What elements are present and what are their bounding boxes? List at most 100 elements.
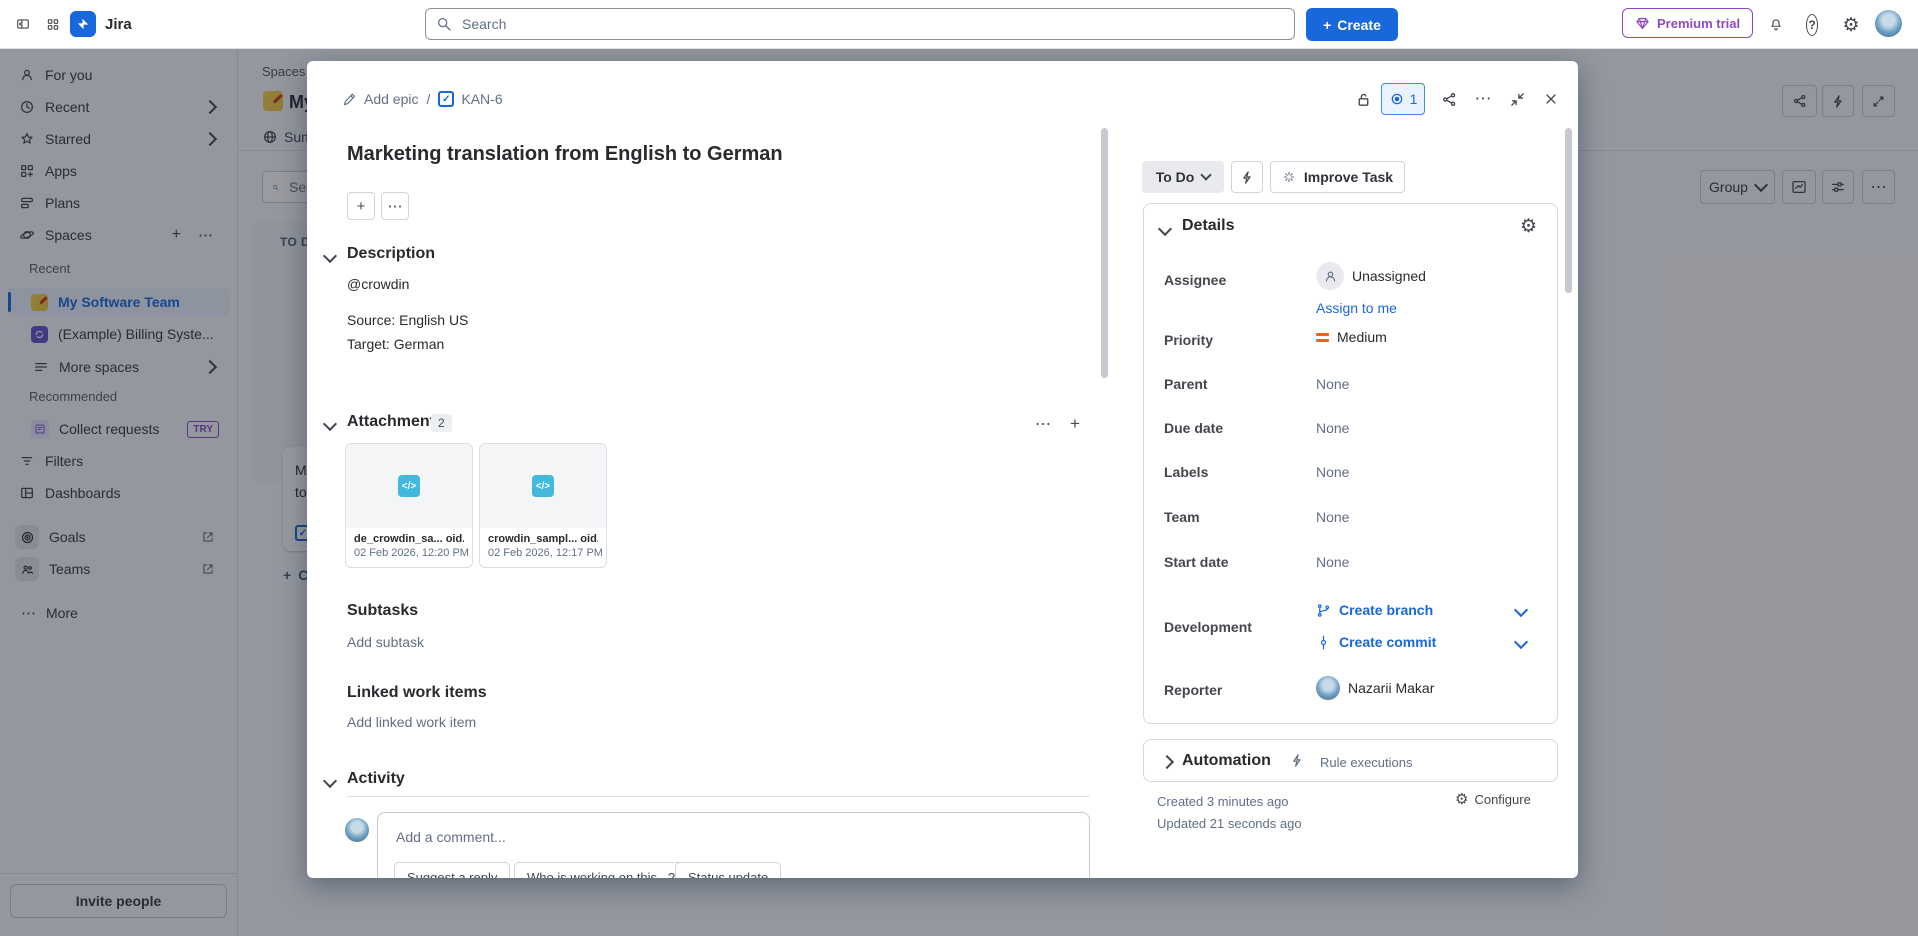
share-button[interactable] [1433,83,1465,115]
settings-button[interactable]: ⚙ [1838,12,1864,38]
assignee-value[interactable]: Unassigned [1316,262,1426,290]
issue-breadcrumb: Add epic / ✓ KAN-6 [342,91,503,107]
title-more-button[interactable]: ⋯ [381,192,409,220]
reporter-value[interactable]: Nazarii Makar [1316,676,1434,700]
comment-input[interactable]: Add a comment... Suggest a reply Who is … [377,812,1090,878]
attachments-more-button[interactable]: ⋯ [1029,410,1057,438]
attachment-card[interactable]: </> crowdin_sampl... oid.xml 02 Feb 2026… [479,443,607,568]
app-switcher-button[interactable] [40,11,66,37]
issue-key-link[interactable]: ✓ KAN-6 [438,91,502,107]
branch-options-chevron[interactable] [1514,603,1528,617]
panel-scrollbar[interactable] [1565,128,1572,293]
labels-value[interactable]: None [1316,464,1349,480]
add-linked-item-link[interactable]: Add linked work item [347,714,476,730]
watch-eye-icon [1389,91,1405,107]
subtasks-heading: Subtasks [347,602,418,620]
close-button[interactable] [1535,83,1567,115]
start-date-label: Start date [1164,554,1229,570]
parent-value[interactable]: None [1316,376,1349,392]
who-is-working-button[interactable]: Who is working on this...? [514,862,688,878]
create-commit-link[interactable]: Create commit [1316,634,1436,650]
description-heading: Description [347,245,435,263]
app-name: Jira [105,16,132,33]
suggest-reply-button[interactable]: Suggest a reply [394,862,510,878]
attachments-collapse-icon[interactable] [323,417,337,431]
description-mention[interactable]: @crowdin [347,276,409,292]
linked-items-heading: Linked work items [347,684,487,702]
global-search[interactable] [425,8,1295,40]
status-update-button[interactable]: Status update [675,862,781,878]
plus-icon: + [1323,17,1331,33]
priority-label: Priority [1164,332,1213,348]
app-logo[interactable]: Jira [70,11,132,37]
content-scrollbar[interactable] [1101,128,1108,378]
attachment-date: 02 Feb 2026, 12:17 PM [488,547,598,559]
question-icon: ? [1806,14,1818,36]
app-grid-icon [46,16,60,33]
development-label: Development [1164,619,1252,635]
priority-value[interactable]: Medium [1316,329,1387,345]
configure-button[interactable]: ⚙ Configure [1455,792,1531,807]
premium-trial-button[interactable]: Premium trial [1622,8,1753,38]
automation-subtext: Rule executions [1320,755,1413,770]
issue-modal: Add epic / ✓ KAN-6 1 ⋯ Marketi [307,61,1578,878]
start-date-value[interactable]: None [1316,554,1349,570]
add-content-button[interactable]: + [347,192,375,220]
user-avatar[interactable] [1875,10,1902,37]
ai-sparkle-icon [1282,170,1296,184]
details-collapse-icon[interactable] [1158,222,1172,236]
labels-label: Labels [1164,464,1208,480]
reporter-label: Reporter [1164,682,1222,698]
description-collapse-icon[interactable] [323,249,337,263]
attachment-card[interactable]: </> de_crowdin_sa... oid.xml 02 Feb 2026… [345,443,473,568]
notifications-button[interactable] [1763,11,1789,37]
help-button[interactable]: ? [1800,13,1824,37]
sidebar-toggle-button[interactable] [10,11,36,37]
create-branch-link[interactable]: Create branch [1316,602,1433,618]
create-button[interactable]: + Create [1306,8,1398,41]
branch-icon [1316,603,1331,618]
search-icon [436,16,452,32]
more-horizontal-icon: ⋯ [388,197,403,215]
automation-expand-icon [1160,755,1174,769]
team-value[interactable]: None [1316,509,1349,525]
bell-icon [1769,15,1783,34]
unlock-icon [1355,91,1372,108]
add-epic-button[interactable]: Add epic [342,91,418,107]
attachment-date: 02 Feb 2026, 12:20 PM [354,547,464,559]
watchers-count: 1 [1410,91,1418,107]
issue-title[interactable]: Marketing translation from English to Ge… [347,143,783,166]
close-icon [1543,91,1559,107]
collapse-icon [1509,91,1526,108]
task-icon: ✓ [438,91,454,107]
global-search-field[interactable] [460,15,1284,33]
details-settings-icon[interactable]: ⚙ [1520,217,1537,236]
description-target: Target: German [347,336,444,352]
plus-icon: + [1070,414,1080,434]
improve-task-button[interactable]: Improve Task [1270,161,1405,193]
lock-button[interactable] [1347,83,1379,115]
attachment-name: crowdin_sampl... oid.xml [488,533,598,545]
unassigned-avatar-icon [1316,262,1344,290]
edit-pencil-icon [342,92,357,107]
current-user-avatar [345,818,369,842]
gear-icon: ⚙ [1455,792,1468,807]
top-navbar: Jira + Create Premium trial ? ⚙ [0,0,1918,49]
status-dropdown[interactable]: To Do [1142,161,1224,193]
automation-quick-button[interactable] [1231,161,1263,193]
assignee-label: Assignee [1164,272,1226,288]
due-date-value[interactable]: None [1316,420,1349,436]
attachments-add-button[interactable]: + [1061,410,1089,438]
activity-heading: Activity [347,770,405,788]
automation-heading: Automation [1182,752,1271,770]
team-label: Team [1164,509,1200,525]
commit-options-chevron[interactable] [1514,635,1528,649]
watchers-button[interactable]: 1 [1381,83,1425,115]
assign-to-me-link[interactable]: Assign to me [1316,300,1397,316]
collapse-button[interactable] [1501,83,1533,115]
activity-collapse-icon[interactable] [323,774,337,788]
automation-panel[interactable]: Automation Rule executions [1143,739,1558,782]
comment-placeholder: Add a comment... [396,829,506,845]
modal-more-button[interactable]: ⋯ [1467,83,1499,115]
add-subtask-link[interactable]: Add subtask [347,634,424,650]
